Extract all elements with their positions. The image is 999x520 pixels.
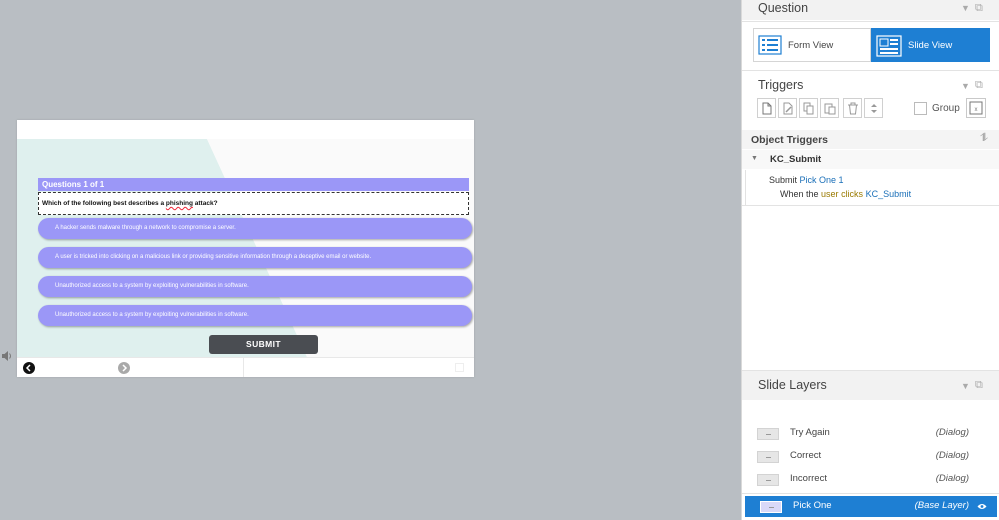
player-nav-bar: [17, 357, 474, 377]
question-text-keyword: phishing: [165, 200, 193, 207]
question-panel-title: Question: [758, 1, 809, 15]
slide-stage: Questions 1 of 1 Which of the following …: [0, 0, 741, 520]
divider: [742, 370, 999, 371]
object-triggers-header: Object Triggers ⥮: [742, 130, 999, 149]
delete-icon: [848, 102, 858, 115]
trigger-action[interactable]: Submit Pick One 1: [769, 175, 844, 185]
layer-thumbnail: [757, 428, 779, 440]
trigger-when-verb[interactable]: clicks: [841, 189, 863, 199]
slide-view-icon: [876, 35, 902, 57]
player-option-box[interactable]: [455, 363, 464, 372]
divider: [742, 21, 999, 22]
collapse-chevron-icon[interactable]: ▼: [961, 81, 970, 91]
layer-name: Try Again: [790, 427, 830, 438]
move-trigger-button[interactable]: [864, 98, 883, 118]
copy-icon: [803, 102, 814, 115]
layer-thumbnail: [760, 501, 782, 513]
trigger-when-object[interactable]: KC_Submit: [866, 189, 912, 199]
divider: [742, 70, 999, 71]
choice-option-4[interactable]: Unauthorized access to a system by explo…: [38, 305, 472, 326]
next-slide-button[interactable]: [118, 362, 130, 374]
layer-type: (Base Layer): [914, 500, 969, 511]
layer-row[interactable]: Incorrect (Dialog): [742, 469, 999, 490]
copy-trigger-button[interactable]: [799, 98, 818, 118]
layer-thumbnail: [757, 451, 779, 463]
layer-type: (Dialog): [935, 450, 969, 461]
question-header: Questions 1 of 1: [38, 178, 469, 191]
layer-row-base[interactable]: Pick One (Base Layer): [745, 496, 997, 517]
collapse-chevron-icon[interactable]: ▼: [961, 3, 970, 13]
variables-icon: x: [969, 101, 983, 115]
move-up-down-icon: [871, 104, 877, 113]
player-divider: [243, 358, 244, 377]
form-view-icon: [758, 35, 782, 55]
question-text-before: Which of the following best describes a: [42, 200, 166, 207]
trigger-when-user[interactable]: user: [821, 189, 839, 199]
submit-button[interactable]: SUBMIT: [209, 335, 318, 354]
paste-icon: [824, 103, 836, 115]
delete-trigger-button[interactable]: [843, 98, 862, 118]
trigger-guide-line: [745, 170, 746, 205]
layer-name: Incorrect: [790, 473, 827, 484]
choice-option-1[interactable]: A hacker sends malware through a network…: [38, 218, 472, 239]
edit-trigger-icon: [783, 102, 793, 115]
undock-icon[interactable]: ⧉: [975, 2, 983, 15]
layer-row[interactable]: Try Again (Dialog): [742, 423, 999, 444]
edit-trigger-button[interactable]: [778, 98, 797, 118]
chevron-left-icon: [25, 364, 31, 372]
speaker-icon[interactable]: [1, 350, 13, 362]
layer-name: Pick One: [793, 500, 832, 511]
group-checkbox[interactable]: [914, 102, 927, 115]
layer-thumbnail: [757, 474, 779, 486]
svg-text:x: x: [975, 107, 978, 113]
trigger-action-verb: Submit: [769, 175, 798, 185]
layer-type: (Dialog): [935, 427, 969, 438]
group-label: Group: [932, 103, 960, 114]
layer-type: (Dialog): [935, 473, 969, 484]
layer-name: Correct: [790, 450, 822, 461]
trigger-condition[interactable]: When the user clicks KC_Submit: [780, 189, 911, 199]
choice-option-2[interactable]: A user is tricked into clicking on a mal…: [38, 247, 472, 268]
triggers-panel-title: Triggers: [758, 78, 804, 92]
form-view-label: Form View: [788, 40, 834, 51]
slide-view-button[interactable]: Slide View: [871, 28, 990, 62]
question-text[interactable]: Which of the following best describes a …: [38, 192, 469, 215]
divider: [742, 205, 999, 206]
slide-view-label: Slide View: [908, 40, 953, 51]
object-triggers-title: Object Triggers: [751, 134, 829, 146]
layer-row[interactable]: Correct (Dialog): [742, 446, 999, 467]
collapse-all-icon[interactable]: ⥮: [980, 132, 988, 145]
divider: [742, 493, 999, 494]
slide-canvas: Questions 1 of 1 Which of the following …: [17, 120, 474, 377]
form-view-button[interactable]: Form View: [753, 28, 871, 62]
trigger-when-prefix: When the: [780, 189, 822, 199]
expand-caret-icon[interactable]: ▼: [751, 155, 758, 162]
paste-trigger-button[interactable]: [820, 98, 839, 118]
chevron-right-icon: [122, 364, 128, 372]
new-trigger-button[interactable]: [757, 98, 776, 118]
collapse-chevron-icon[interactable]: ▼: [961, 381, 970, 391]
slide-layers-title: Slide Layers: [758, 378, 827, 392]
right-panel: Question ▼ ⧉ Form View Slide View Trigge…: [741, 0, 999, 520]
question-text-after: attack?: [192, 200, 218, 207]
trigger-object-name: KC_Submit: [770, 154, 822, 165]
undock-icon[interactable]: ⧉: [975, 79, 983, 92]
previous-slide-button[interactable]: [23, 362, 35, 374]
eye-icon[interactable]: [977, 503, 987, 510]
undock-icon[interactable]: ⧉: [975, 379, 983, 392]
variables-button[interactable]: x: [966, 98, 986, 118]
trigger-action-target[interactable]: Pick One 1: [800, 175, 844, 185]
choice-option-3[interactable]: Unauthorized access to a system by explo…: [38, 276, 472, 297]
trigger-object-row[interactable]: ▼ KC_Submit: [742, 150, 999, 169]
new-trigger-icon: [762, 102, 772, 115]
